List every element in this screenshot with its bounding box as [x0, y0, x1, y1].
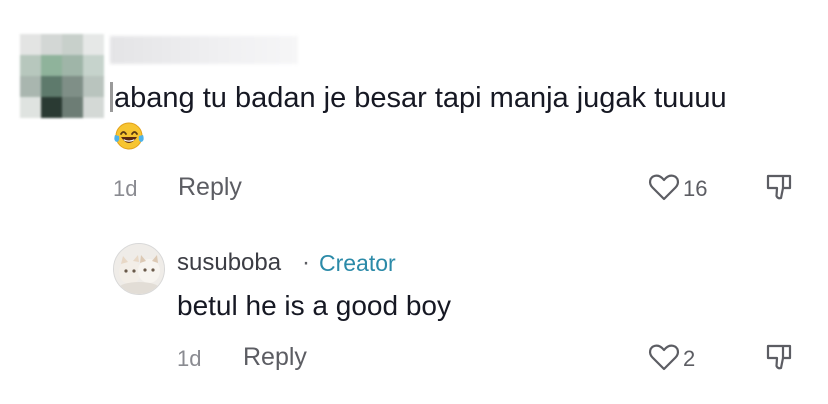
comment-text: abang tu badan je besar tapi manja jugak…	[114, 82, 727, 114]
reply-username[interactable]: susuboba	[177, 249, 281, 277]
dislike-icon[interactable]	[764, 342, 794, 372]
blur-edge	[110, 82, 113, 112]
avatar-blurred[interactable]	[20, 34, 104, 118]
comment-time: 1d	[113, 176, 138, 201]
like-count: 16	[683, 176, 708, 201]
reply-comment-text: betul he is a good boy	[177, 290, 451, 321]
like-count: 2	[683, 346, 696, 371]
reply-button[interactable]: Reply	[243, 343, 307, 372]
separator-dot: ·	[302, 249, 310, 276]
avatar[interactable]	[113, 243, 165, 295]
heart-icon[interactable]	[648, 173, 680, 201]
reply-time: 1d	[177, 346, 202, 371]
tears-of-joy-emoji	[113, 120, 145, 152]
reply-button[interactable]: Reply	[178, 173, 242, 202]
creator-badge: Creator	[319, 250, 396, 276]
dislike-icon[interactable]	[764, 172, 794, 202]
username-blurred[interactable]	[110, 36, 298, 64]
heart-icon[interactable]	[648, 343, 680, 371]
